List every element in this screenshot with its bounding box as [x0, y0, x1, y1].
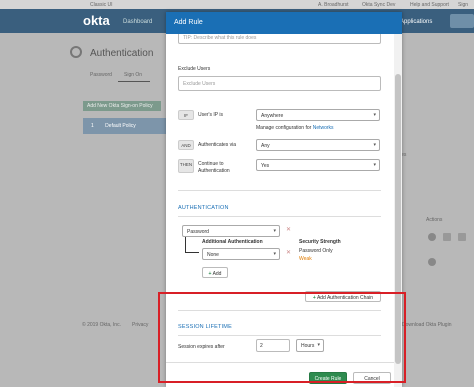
rule-description-input[interactable]: TIP: Describe what this rule does [178, 34, 381, 44]
then-select-value: Yes [261, 163, 270, 169]
ip-select-value: Anywhere [261, 113, 284, 119]
policy-row[interactable]: 1 Default Policy [83, 118, 166, 134]
add-policy-button[interactable]: Add New Okta Sign-on Policy [83, 101, 161, 111]
security-strength-label: Security Strength [299, 239, 341, 245]
plus-icon: + [208, 271, 212, 277]
remove-additional-icon[interactable]: ✕ [286, 249, 291, 256]
tree-connector [185, 252, 199, 253]
tree-connector [185, 237, 186, 252]
signout-link[interactable]: Sign [458, 2, 468, 8]
user-menu[interactable]: A. Broadhurst [318, 2, 349, 8]
nav-dashboard[interactable]: Dashboard [123, 19, 152, 25]
edit-icon[interactable] [443, 233, 451, 241]
help-link[interactable]: Help and Support [410, 2, 449, 8]
policy-row-index: 1 [91, 123, 94, 129]
highlight-box [158, 292, 406, 383]
primary-factor-select[interactable]: Password ▾ [182, 225, 280, 237]
modal-header: Add Rule [166, 12, 402, 34]
section-divider [178, 216, 381, 217]
delete-icon[interactable] [458, 233, 466, 241]
authentication-section-title: AUTHENTICATION [178, 205, 229, 211]
chevron-down-icon: ▾ [273, 251, 276, 257]
and-tag: AND [178, 140, 194, 150]
networks-link[interactable]: Networks [313, 125, 334, 131]
security-strength-value: Password Only [299, 248, 333, 254]
actions-header: Actions [426, 217, 443, 223]
then-label: Continue to Authentication [198, 161, 230, 174]
auth-via-select[interactable]: Any ▾ [256, 139, 380, 151]
exclude-users-label: Exclude Users [178, 66, 211, 72]
info-icon[interactable] [428, 233, 436, 241]
active-tab-underline [118, 81, 150, 82]
okta-logo: okta [83, 13, 110, 28]
page-title: Authentication [90, 48, 154, 59]
policy-row-name: Default Policy [105, 123, 136, 129]
section-divider [178, 190, 381, 191]
info-icon-2[interactable] [428, 258, 436, 266]
footer-plugin[interactable]: Download Okta Plugin [402, 322, 451, 328]
auth-via-label: Authenticates via [198, 142, 237, 148]
add-factor-label: Add [212, 271, 222, 277]
nav-applications[interactable]: Applications [400, 19, 432, 25]
chevron-down-icon: ▾ [373, 162, 376, 168]
ip-label: User's IP is [198, 112, 224, 118]
tab-password[interactable]: Password [90, 72, 112, 78]
add-factor-button[interactable]: + Add [202, 267, 228, 278]
chevron-down-icon: ▾ [373, 142, 376, 148]
classic-ui-switch[interactable]: Classic UI [90, 2, 113, 8]
if-tag: IF [178, 110, 194, 120]
additional-auth-select[interactable]: None ▾ [202, 248, 280, 260]
networks-hint: Manage configuration for Networks [256, 125, 334, 131]
tab-sign-on[interactable]: Sign On [124, 72, 142, 78]
auth-via-select-value: Any [261, 143, 270, 149]
footer-copyright: © 2019 Okta, Inc. [82, 322, 121, 328]
networks-hint-text: Manage configuration for [256, 125, 312, 131]
chevron-down-icon: ▾ [273, 228, 276, 234]
remove-primary-icon[interactable]: ✕ [286, 226, 291, 233]
ip-select[interactable]: Anywhere ▾ [256, 109, 380, 121]
security-strength-rating: Weak [299, 256, 312, 262]
additional-auth-label: Additional Authentication [202, 239, 263, 245]
primary-factor-value: Password [187, 229, 209, 235]
footer-privacy[interactable]: Privacy [132, 322, 148, 328]
modal-title: Add Rule [174, 19, 203, 26]
exclude-users-input[interactable]: Exclude Users [178, 76, 381, 91]
chevron-down-icon: ▾ [373, 112, 376, 118]
additional-auth-value: None [207, 252, 219, 258]
gear-icon [70, 46, 82, 58]
org-name: Okta Sync Dev [362, 2, 396, 8]
admin-button[interactable] [450, 14, 474, 28]
top-utility-bar: Classic UI A. Broadhurst Okta Sync Dev H… [0, 0, 474, 9]
then-select[interactable]: Yes ▾ [256, 159, 380, 171]
